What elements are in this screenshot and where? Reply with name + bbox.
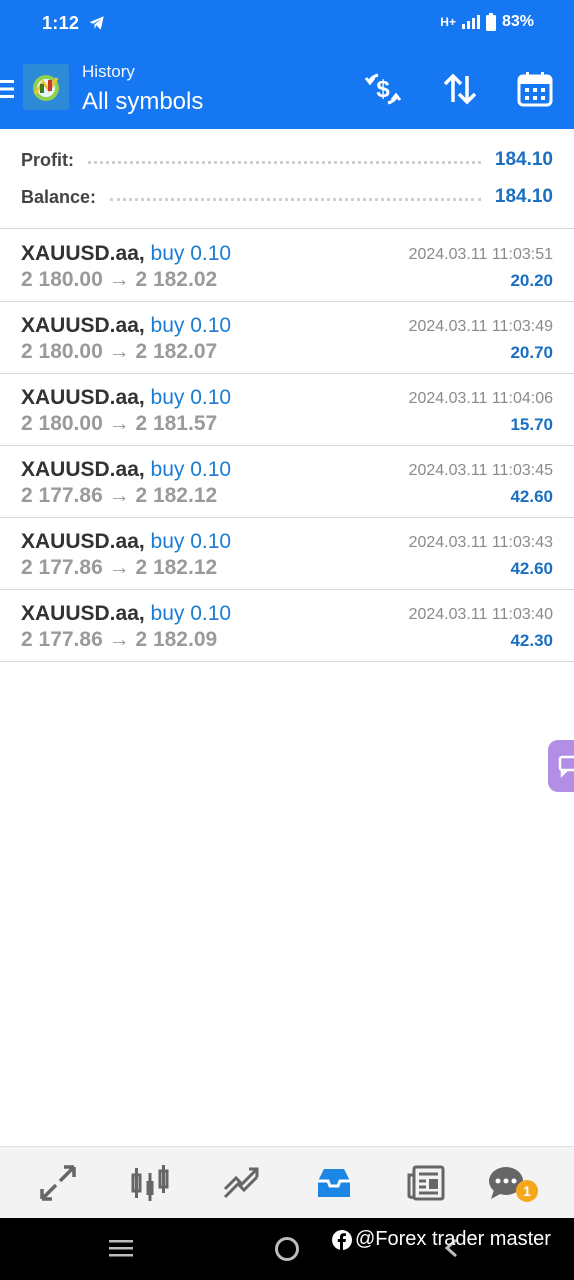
trade-time: 2024.03.11 11:03:45 bbox=[408, 462, 553, 479]
history-icon[interactable] bbox=[314, 1163, 354, 1203]
trade-symbol: XAUUSD.aa, buy 0.10 bbox=[21, 314, 232, 337]
trade-list: XAUUSD.aa, buy 0.10 2 180.00 → 2 182.02 … bbox=[0, 230, 574, 662]
trade-time: 2024.03.11 11:03:51 bbox=[408, 246, 553, 263]
trade-profit: 15.70 bbox=[510, 415, 553, 434]
battery-icon bbox=[485, 13, 496, 31]
chat-badge: 1 bbox=[516, 1180, 538, 1202]
trade-symbol: XAUUSD.aa, buy 0.10 bbox=[21, 530, 232, 553]
metatrader-logo-icon[interactable] bbox=[23, 64, 69, 110]
header-subtitle: History bbox=[82, 62, 135, 81]
calendar-icon[interactable] bbox=[516, 70, 554, 108]
balance-row: Balance: 184.10 bbox=[21, 182, 553, 212]
trade-prices: 2 180.00 → 2 181.57 bbox=[21, 412, 218, 435]
svg-text:$: $ bbox=[376, 76, 390, 103]
trade-prices: 2 180.00 → 2 182.07 bbox=[21, 340, 218, 363]
trade-side: buy 0.10 bbox=[150, 602, 232, 625]
telegram-icon bbox=[89, 16, 104, 30]
trade-time: 2024.03.11 11:04:06 bbox=[408, 390, 553, 407]
trade-symbol: XAUUSD.aa, buy 0.10 bbox=[21, 386, 232, 409]
trade-time: 2024.03.11 11:03:40 bbox=[408, 606, 553, 623]
trade-profit: 20.70 bbox=[510, 343, 553, 362]
trade-prices: 2 180.00 → 2 182.02 bbox=[21, 268, 218, 291]
chart-icon[interactable] bbox=[130, 1163, 170, 1203]
watermark-text: @Forex trader master bbox=[355, 1228, 551, 1250]
trade-side: buy 0.10 bbox=[150, 530, 232, 553]
signal-icon bbox=[461, 15, 480, 29]
trade-side: buy 0.10 bbox=[150, 242, 232, 265]
trade-symbol: XAUUSD.aa, buy 0.10 bbox=[21, 458, 232, 481]
recent-apps-icon[interactable] bbox=[108, 1238, 134, 1258]
balance-label: Balance: bbox=[21, 186, 97, 207]
profit-label: Profit: bbox=[21, 149, 74, 170]
trade-row[interactable]: XAUUSD.aa, buy 0.10 2 180.00 → 2 182.07 … bbox=[0, 302, 574, 374]
page-title[interactable]: All symbols bbox=[82, 88, 203, 116]
sort-icon[interactable] bbox=[441, 70, 479, 108]
trade-side: buy 0.10 bbox=[150, 314, 232, 337]
trade-profit: 20.20 bbox=[510, 271, 553, 290]
watermark: @Forex trader master bbox=[332, 1228, 551, 1251]
quotes-icon[interactable] bbox=[38, 1163, 78, 1203]
dotted-leader bbox=[88, 160, 481, 164]
facebook-icon bbox=[332, 1229, 352, 1250]
trade-row[interactable]: XAUUSD.aa, buy 0.10 2 177.86 → 2 182.12 … bbox=[0, 446, 574, 518]
trade-prices: 2 177.86 → 2 182.09 bbox=[21, 628, 218, 651]
top-bar: 1:12 H+ 83% History All symbols $ bbox=[0, 0, 574, 129]
trade-symbol: XAUUSD.aa, buy 0.10 bbox=[21, 602, 232, 625]
trade-row[interactable]: XAUUSD.aa, buy 0.10 2 180.00 → 2 181.57 … bbox=[0, 374, 574, 446]
trade-row[interactable]: XAUUSD.aa, buy 0.10 2 180.00 → 2 182.02 … bbox=[0, 230, 574, 302]
trade-time: 2024.03.11 11:03:43 bbox=[408, 534, 553, 551]
trade-row[interactable]: XAUUSD.aa, buy 0.10 2 177.86 → 2 182.09 … bbox=[0, 590, 574, 662]
currency-exchange-icon[interactable]: $ bbox=[364, 70, 402, 108]
home-icon[interactable] bbox=[275, 1237, 299, 1261]
menu-icon[interactable] bbox=[0, 78, 14, 100]
trade-row[interactable]: XAUUSD.aa, buy 0.10 2 177.86 → 2 182.12 … bbox=[0, 518, 574, 590]
message-icon bbox=[558, 755, 574, 779]
trade-prices: 2 177.86 → 2 182.12 bbox=[21, 556, 218, 579]
status-right: H+ 83% bbox=[440, 13, 534, 31]
floating-chat-bubble[interactable] bbox=[548, 740, 574, 792]
trade-profit: 42.60 bbox=[510, 559, 553, 578]
trade-prices: 2 177.86 → 2 182.12 bbox=[21, 484, 218, 507]
trade-symbol: XAUUSD.aa, buy 0.10 bbox=[21, 242, 232, 265]
status-bar: 1:12 H+ 83% bbox=[0, 0, 574, 48]
battery-level: 83% bbox=[501, 13, 534, 30]
bottom-tab-bar bbox=[0, 1146, 574, 1218]
trade-icon[interactable] bbox=[222, 1163, 262, 1203]
trade-side: buy 0.10 bbox=[150, 458, 232, 481]
status-time: 1:12 bbox=[42, 13, 80, 33]
app-header: History All symbols $ bbox=[0, 48, 574, 129]
profit-value: 184.10 bbox=[494, 149, 553, 170]
trade-profit: 42.60 bbox=[510, 487, 553, 506]
trade-time: 2024.03.11 11:03:49 bbox=[408, 318, 553, 335]
dotted-leader bbox=[110, 197, 481, 201]
profit-row: Profit: 184.10 bbox=[21, 145, 553, 175]
balance-value: 184.10 bbox=[494, 186, 553, 207]
network-type: H+ bbox=[440, 15, 456, 29]
news-icon[interactable] bbox=[406, 1163, 446, 1203]
trade-profit: 42.30 bbox=[510, 631, 553, 650]
trade-side: buy 0.10 bbox=[150, 386, 232, 409]
summary-panel: Profit: 184.10 Balance: 184.10 bbox=[0, 129, 574, 229]
